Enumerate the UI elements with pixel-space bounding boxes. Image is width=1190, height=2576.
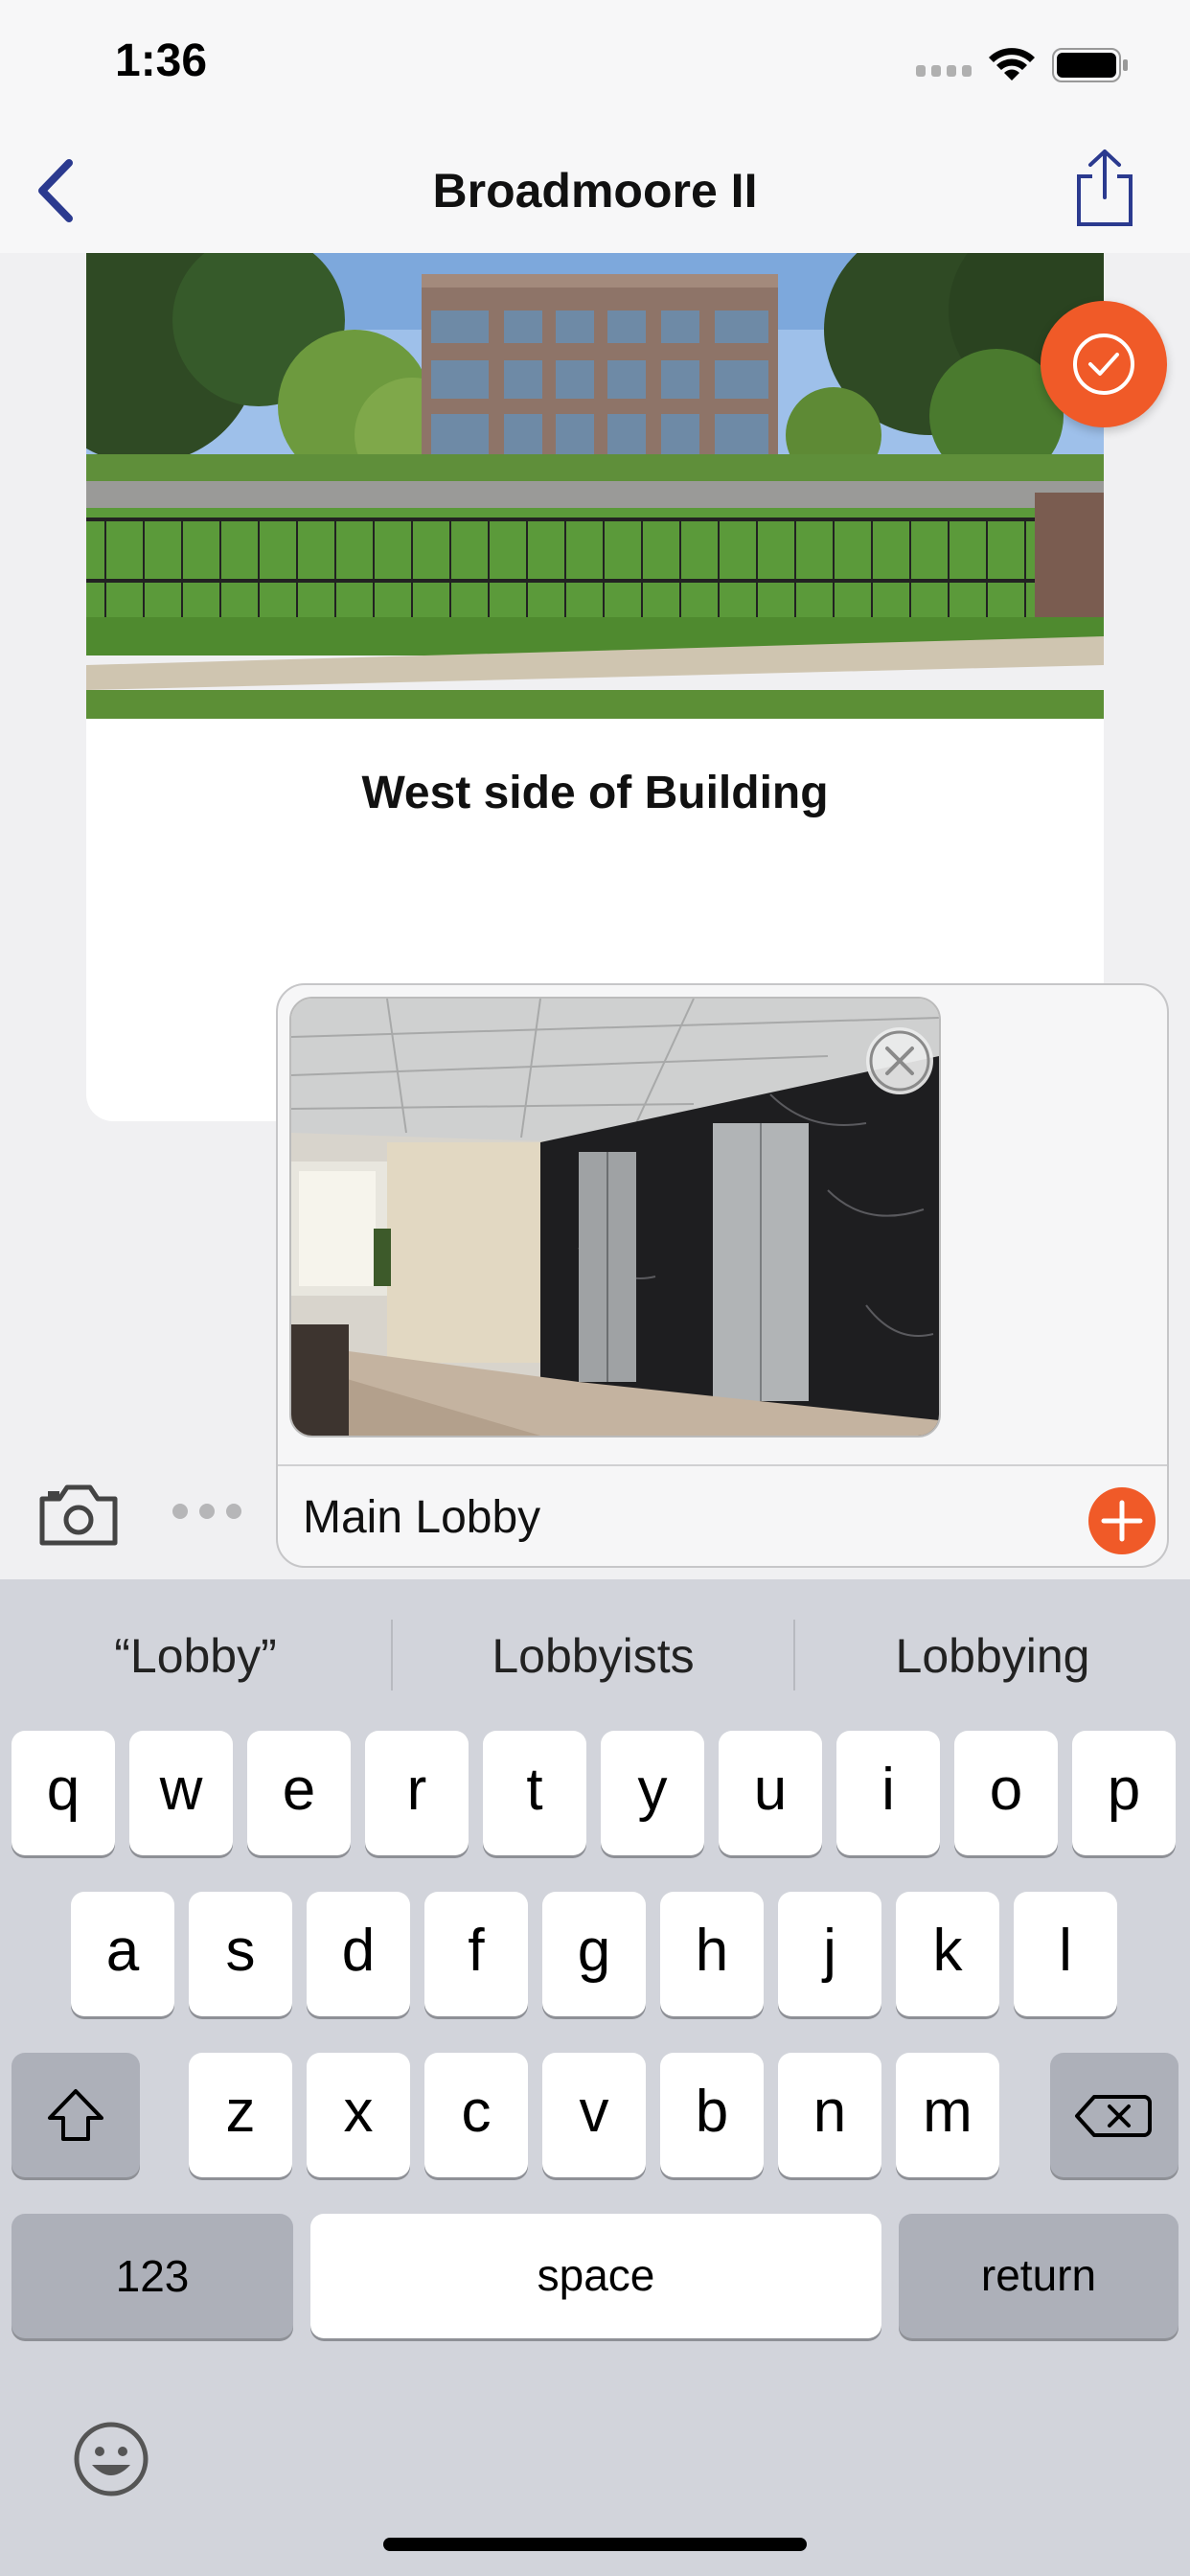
key-o[interactable]: o — [954, 1731, 1058, 1855]
key-l[interactable]: l — [1014, 1892, 1117, 2016]
key-w[interactable]: w — [129, 1731, 233, 1855]
key-f[interactable]: f — [424, 1892, 528, 2016]
camera-icon — [39, 1484, 118, 1546]
battery-icon — [1052, 48, 1128, 82]
key-k[interactable]: k — [896, 1892, 999, 2016]
wifi-icon — [989, 48, 1035, 80]
key-r[interactable]: r — [365, 1731, 469, 1855]
add-button[interactable] — [1088, 1487, 1156, 1554]
camera-button[interactable] — [38, 1480, 119, 1547]
key-a[interactable]: a — [71, 1892, 174, 2016]
photo-caption: West side of Building — [361, 768, 829, 818]
numbers-key[interactable]: 123 — [11, 2214, 293, 2338]
emoji-icon[interactable] — [71, 2419, 151, 2499]
remove-attachment-button[interactable] — [866, 1027, 933, 1094]
checkmark-circle-icon — [1073, 334, 1134, 395]
key-v[interactable]: v — [542, 2053, 646, 2177]
navigation-bar: Broadmoore II — [0, 125, 1190, 255]
key-z[interactable]: z — [189, 2053, 292, 2177]
building-photo[interactable] — [86, 253, 1104, 719]
key-y[interactable]: y — [601, 1731, 704, 1855]
key-j[interactable]: j — [778, 1892, 881, 2016]
plus-icon — [1101, 1500, 1143, 1542]
key-t[interactable]: t — [483, 1731, 586, 1855]
suggestion-3[interactable]: Lobbying — [795, 1618, 1190, 1694]
content-area: West side of Building — [0, 253, 1190, 1579]
key-h[interactable]: h — [660, 1892, 764, 2016]
suggestion-1[interactable]: “Lobby” — [0, 1618, 391, 1694]
photo-composer — [276, 983, 1169, 1568]
share-icon[interactable] — [1073, 148, 1136, 228]
ellipsis-icon — [172, 1504, 241, 1519]
key-b[interactable]: b — [660, 2053, 764, 2177]
key-m[interactable]: m — [896, 2053, 999, 2177]
status-bar: 1:36 — [0, 0, 1190, 125]
delete-key[interactable] — [1050, 2053, 1179, 2177]
key-q[interactable]: q — [11, 1731, 115, 1855]
page-title: Broadmoore II — [432, 164, 758, 218]
shift-icon — [48, 2089, 103, 2141]
return-key[interactable]: return — [899, 2214, 1179, 2338]
lobby-photo-attachment[interactable] — [289, 997, 941, 1438]
backspace-icon — [1075, 2095, 1152, 2137]
shift-key[interactable] — [11, 2053, 140, 2177]
key-s[interactable]: s — [189, 1892, 292, 2016]
space-key[interactable]: space — [310, 2214, 881, 2338]
close-icon — [869, 1030, 930, 1092]
key-c[interactable]: c — [424, 2053, 528, 2177]
suggestion-2[interactable]: Lobbyists — [393, 1618, 793, 1694]
composer-divider — [278, 1464, 1167, 1466]
home-indicator[interactable] — [383, 2538, 807, 2551]
key-g[interactable]: g — [542, 1892, 646, 2016]
key-d[interactable]: d — [307, 1892, 410, 2016]
status-time: 1:36 — [115, 35, 208, 86]
caption-input[interactable] — [303, 1474, 1031, 1560]
confirm-button[interactable] — [1041, 301, 1167, 427]
key-i[interactable]: i — [836, 1731, 940, 1855]
key-u[interactable]: u — [719, 1731, 822, 1855]
key-e[interactable]: e — [247, 1731, 351, 1855]
key-n[interactable]: n — [778, 2053, 881, 2177]
key-p[interactable]: p — [1072, 1731, 1176, 1855]
key-x[interactable]: x — [307, 2053, 410, 2177]
signal-icon — [916, 65, 972, 77]
more-options-button[interactable] — [169, 1497, 245, 1526]
keyboard: “Lobby” Lobbyists Lobbying q w e r t y u… — [0, 1579, 1190, 2576]
